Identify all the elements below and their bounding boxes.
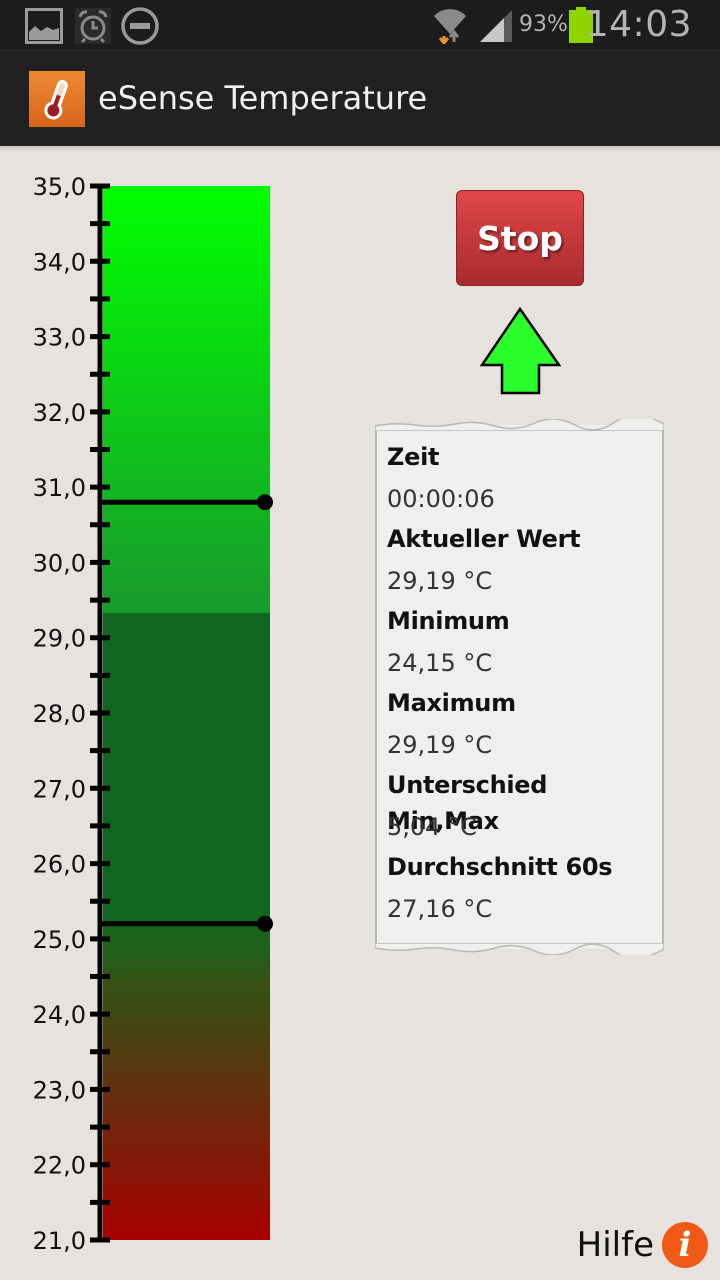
gallery-icon xyxy=(25,8,63,44)
stat-label-average: Durchschnitt 60s xyxy=(387,853,613,881)
tick-label: 32,0 xyxy=(33,399,86,427)
min-marker-dot xyxy=(257,915,273,932)
tick-label: 26,0 xyxy=(33,851,86,879)
stat-item: Maximum 29,19 °C xyxy=(387,685,662,767)
stat-item: Aktueller Wert 29,19 °C xyxy=(387,521,662,603)
battery-percent: 93% xyxy=(519,12,568,37)
tick-label: 24,0 xyxy=(33,1001,86,1029)
trend-up-arrow-icon xyxy=(480,307,562,395)
stat-value-time: 00:00:06 xyxy=(387,485,495,513)
stat-label-time: Zeit xyxy=(387,443,440,471)
tick-label: 31,0 xyxy=(33,474,86,502)
stat-item: Zeit 00:00:06 xyxy=(387,439,662,521)
statistics-list: Zeit 00:00:06 Aktueller Wert 29,19 °C Mi… xyxy=(387,439,662,931)
app-icon[interactable] xyxy=(29,71,85,127)
clock: 14:03 xyxy=(585,4,692,45)
stat-value-maximum: 29,19 °C xyxy=(387,731,493,759)
stat-item: Durchschnitt 60s 27,16 °C xyxy=(387,849,662,931)
stat-value-difference: 5,04 °C xyxy=(387,813,477,841)
gauge-below-current-shade xyxy=(103,612,270,984)
stat-item: Minimum 24,15 °C xyxy=(387,603,662,685)
tick-label: 28,0 xyxy=(33,700,86,728)
tick-label: 33,0 xyxy=(33,324,86,352)
do-not-disturb-icon xyxy=(121,7,159,45)
status-bar: 93% 14:03 xyxy=(0,0,720,50)
tick-label: 35,0 xyxy=(33,173,86,201)
stat-value-minimum: 24,15 °C xyxy=(387,649,493,677)
tick-label: 34,0 xyxy=(33,248,86,276)
app-title: eSense Temperature xyxy=(98,79,428,117)
help-button[interactable]: Hilfe i xyxy=(577,1220,708,1270)
tick-label: 22,0 xyxy=(33,1152,86,1180)
temperature-gauge: 21,0 22,0 23,0 24,0 25,0 26,0 27,0 28,0 29,0 30,0… xyxy=(33,173,273,1255)
wifi-icon xyxy=(434,9,466,44)
action-bar: eSense Temperature xyxy=(0,50,720,146)
statistics-panel: Zeit 00:00:06 Aktueller Wert 29,19 °C Mi… xyxy=(375,419,664,955)
stat-label-current: Aktueller Wert xyxy=(387,525,581,553)
alarm-icon xyxy=(75,8,111,44)
stop-button[interactable]: Stop xyxy=(456,190,584,286)
tick-label: 30,0 xyxy=(33,549,86,577)
tick-label: 25,0 xyxy=(33,926,86,954)
tick-label: 27,0 xyxy=(33,775,86,803)
signal-icon xyxy=(480,10,512,42)
stat-value-current: 29,19 °C xyxy=(387,567,493,595)
stat-item: Unterschied Min,Max 5,04 °C xyxy=(387,767,662,849)
stat-label-maximum: Maximum xyxy=(387,689,516,717)
tick-label: 23,0 xyxy=(33,1076,86,1104)
stat-label-minimum: Minimum xyxy=(387,607,510,635)
torn-edge-bottom xyxy=(375,943,664,955)
stat-value-average: 27,16 °C xyxy=(387,895,493,923)
torn-edge-top xyxy=(375,419,664,431)
help-label: Hilfe xyxy=(576,1225,654,1265)
thermometer-icon xyxy=(44,80,68,120)
info-icon: i xyxy=(662,1222,708,1268)
tick-label: 29,0 xyxy=(33,625,86,653)
stat-label-difference: Unterschied Min,Max xyxy=(387,771,548,835)
tick-label: 21,0 xyxy=(33,1227,86,1255)
max-marker-dot xyxy=(257,494,273,511)
